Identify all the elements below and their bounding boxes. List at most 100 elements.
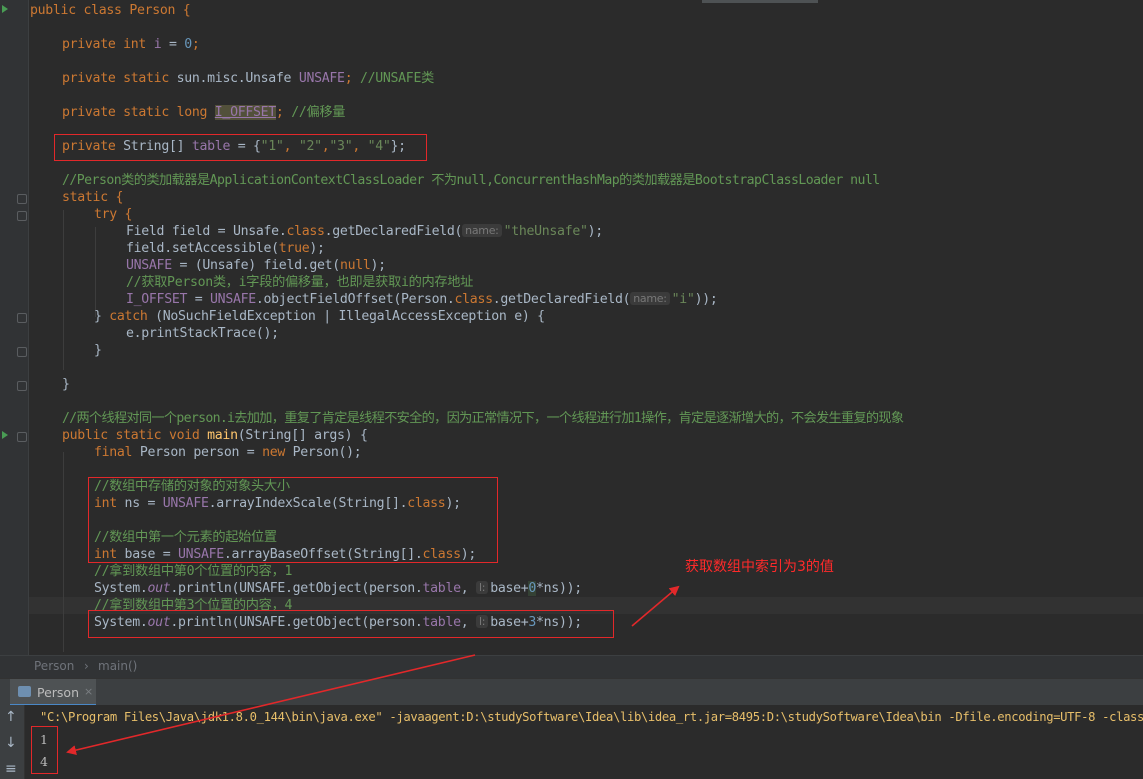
code-line-close: } bbox=[94, 343, 102, 358]
number-literal: 0 bbox=[528, 581, 537, 596]
editor-gutter[interactable] bbox=[0, 0, 29, 655]
code-comment: //数组中存储的对象的对象头大小 bbox=[94, 479, 290, 494]
keyword: catch bbox=[109, 309, 148, 324]
code-line-field-offset: private static long I_OFFSET; //偏移量 bbox=[62, 104, 345, 121]
run-class-icon[interactable] bbox=[2, 5, 8, 13]
close-icon[interactable]: × bbox=[84, 685, 93, 698]
code-text: ; bbox=[344, 71, 360, 86]
run-main-icon[interactable] bbox=[2, 431, 8, 439]
code-line-base: int base = UNSAFE.arrayBaseOffset(String… bbox=[94, 546, 476, 563]
type-name: Person bbox=[132, 445, 186, 460]
method-call: .objectFieldOffset( bbox=[255, 292, 402, 307]
code-text: field bbox=[126, 241, 165, 256]
code-comment: //Person类的类加载器是ApplicationContextClassLo… bbox=[62, 173, 880, 188]
field-name: table bbox=[422, 581, 462, 596]
code-text: ) field. bbox=[248, 258, 310, 273]
code-line-field-i: private int i = 0; bbox=[62, 36, 200, 53]
keyword: class bbox=[454, 292, 494, 307]
code-line-print3: System.out.println(UNSAFE.getObject(pers… bbox=[94, 614, 582, 631]
code-comment: //获取Person类，i字段的偏移量，也即是获取i的内存地址 bbox=[126, 275, 474, 290]
code-text: , bbox=[460, 581, 477, 596]
code-line-print0: System.out.println(UNSAFE.getObject(pers… bbox=[94, 580, 582, 597]
code-text: field = bbox=[164, 224, 233, 239]
field-name: UNSAFE bbox=[178, 547, 224, 562]
code-line-unsafe-assign: UNSAFE = (Unsafe) field.get(null); bbox=[126, 257, 386, 274]
code-line-close: } bbox=[62, 377, 70, 392]
string-literal: "i" bbox=[671, 292, 695, 307]
code-line-scale: int ns = UNSAFE.arrayIndexScale(String[]… bbox=[94, 495, 461, 512]
type-name: Field bbox=[126, 224, 165, 239]
string-literal: "2" bbox=[298, 139, 322, 154]
keyword: class bbox=[286, 224, 325, 239]
breadcrumb-class[interactable]: Person bbox=[34, 659, 74, 673]
string-literal: "theUnsafe" bbox=[503, 224, 588, 239]
run-tab-label: Person bbox=[37, 685, 80, 700]
fold-marker-icon[interactable] bbox=[17, 313, 27, 323]
code-text: (); bbox=[255, 326, 279, 341]
class-decl: public class Person { bbox=[30, 3, 191, 18]
fold-marker-icon[interactable] bbox=[17, 347, 27, 357]
console-output-line: 4 bbox=[40, 754, 48, 769]
code-text: ( bbox=[147, 309, 163, 324]
type-name: String[] bbox=[115, 139, 192, 154]
code-text: UNSAFE.getObject(person. bbox=[239, 581, 423, 596]
method-call: printStackTrace bbox=[141, 326, 256, 341]
number-literal: 0 bbox=[184, 37, 192, 52]
code-comment: //拿到数组中第0个位置的内容，1 bbox=[94, 564, 293, 579]
code-text: System. bbox=[94, 581, 148, 596]
run-console[interactable]: ↑ ↓ ≡ "C:\Program Files\Java\jdk1.8.0_14… bbox=[0, 705, 1143, 779]
code-text: } bbox=[94, 309, 110, 324]
parameter-hint: l: bbox=[476, 615, 489, 628]
keyword: private static bbox=[62, 71, 169, 86]
breadcrumb-method[interactable]: main() bbox=[98, 659, 137, 673]
type-name: Unsafe bbox=[232, 224, 279, 239]
code-line-class-decl: public class Person { bbox=[30, 2, 191, 19]
keyword: private static long bbox=[62, 105, 208, 120]
run-config-icon bbox=[18, 686, 31, 697]
code-text: *ns)); bbox=[536, 581, 582, 596]
method-call: .println( bbox=[170, 581, 240, 596]
type-name: Unsafe bbox=[202, 258, 249, 273]
run-tab-person[interactable]: Person × bbox=[10, 679, 96, 706]
fold-marker-icon[interactable] bbox=[17, 432, 27, 442]
code-line-catch: } catch (NoSuchFieldException | IllegalA… bbox=[94, 308, 545, 325]
code-editor[interactable]: public class Person { private int i = 0;… bbox=[0, 0, 1143, 655]
fold-marker-icon[interactable] bbox=[17, 194, 27, 204]
code-line-static: static { bbox=[62, 189, 123, 206]
code-text: System. bbox=[94, 615, 148, 630]
code-line-set-accessible: field.setAccessible(true); bbox=[126, 240, 325, 257]
field-name: out bbox=[147, 581, 171, 596]
code-comment: //数组中第一个元素的起始位置 bbox=[94, 530, 277, 545]
keyword: new bbox=[262, 445, 286, 460]
code-text: ); bbox=[587, 224, 604, 239]
type-name: sun.misc.Unsafe bbox=[168, 71, 299, 86]
soft-wrap-icon[interactable]: ≡ bbox=[5, 761, 17, 777]
code-line-print-trace: e.printStackTrace(); bbox=[126, 325, 279, 342]
field-name: out bbox=[147, 615, 171, 630]
scroll-down-icon[interactable]: ↓ bbox=[5, 735, 17, 751]
method-call: .arrayBaseOffset( bbox=[223, 547, 354, 562]
scroll-up-icon[interactable]: ↑ bbox=[5, 709, 17, 725]
keyword: private bbox=[62, 139, 116, 154]
indent-guide bbox=[95, 227, 96, 317]
fold-marker-icon[interactable] bbox=[17, 381, 27, 391]
code-text: String[]. bbox=[338, 496, 408, 511]
field-name: table bbox=[422, 615, 462, 630]
code-text: base+ bbox=[490, 581, 529, 596]
method-call: get( bbox=[309, 258, 340, 273]
fold-marker-icon[interactable] bbox=[17, 211, 27, 221]
parameter-hint: l: bbox=[476, 581, 489, 594]
method-call: .getDeclaredField( bbox=[492, 292, 631, 307]
code-comment: //偏移量 bbox=[291, 105, 346, 120]
code-line-offset-assign: I_OFFSET = UNSAFE.objectFieldOffset(Pers… bbox=[126, 291, 718, 308]
code-text: base = bbox=[116, 547, 179, 562]
keyword: final bbox=[94, 445, 133, 460]
code-text: Person(); bbox=[285, 445, 362, 460]
code-comment: //UNSAFE类 bbox=[359, 71, 434, 86]
horizontal-scrollbar[interactable] bbox=[702, 0, 818, 3]
console-output-line: 1 bbox=[40, 732, 48, 747]
parameter-hint: name: bbox=[462, 224, 502, 237]
code-text: ); bbox=[460, 547, 477, 562]
code-text: (String[] args) { bbox=[237, 428, 368, 443]
code-line-field-table: private String[] table = {"1", "2","3", … bbox=[62, 139, 406, 154]
